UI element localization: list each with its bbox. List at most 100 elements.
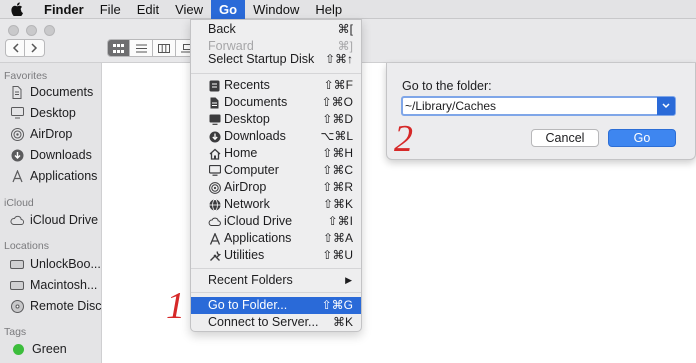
submenu-arrow-icon: ▶ <box>345 275 352 285</box>
menu-item-shortcut: ⇧⌘G <box>321 298 353 312</box>
path-history-dropdown-button[interactable] <box>657 97 675 115</box>
sidebar-item-unlockboo[interactable]: UnlockBoo... <box>10 257 101 271</box>
tags-header: Tags <box>4 326 27 338</box>
menu-item-shortcut: ⇧⌘↑ <box>324 52 353 66</box>
menu-item-computer[interactable]: Computer ⇧⌘C <box>191 162 361 179</box>
step-annotation-2: 2 <box>394 118 413 160</box>
menu-item-label: Recents <box>224 78 270 92</box>
menu-item-label: Desktop <box>224 112 270 126</box>
sidebar-item-label: UnlockBoo... <box>30 257 101 271</box>
menu-separator <box>191 292 361 293</box>
download-icon <box>10 148 24 162</box>
menu-item-shortcut: ⌥⌘L <box>320 129 353 143</box>
sidebar-item-macintosh[interactable]: Macintosh... <box>10 278 97 292</box>
menu-item-utilities[interactable]: Utilities ⇧⌘U <box>191 247 361 264</box>
sidebar-item-tag-green[interactable]: Green <box>10 342 67 356</box>
dialog-title: Go to the folder: <box>402 79 492 93</box>
apple-logo-icon[interactable] <box>0 2 34 16</box>
menu-item-shortcut: ⇧⌘H <box>322 146 353 160</box>
menu-item-shortcut: ⇧⌘A <box>322 231 353 245</box>
menu-item-label: Home <box>224 146 258 160</box>
back-button[interactable] <box>5 39 25 57</box>
menu-help[interactable]: Help <box>307 0 350 19</box>
menu-edit[interactable]: Edit <box>129 0 167 19</box>
sidebar-item-desktop[interactable]: Desktop <box>10 106 76 120</box>
menu-item-applications[interactable]: Applications ⇧⌘A <box>191 230 361 247</box>
sidebar-item-applications[interactable]: Applications <box>10 169 97 183</box>
chevron-left-icon <box>12 43 19 53</box>
cloud-icon <box>10 213 24 227</box>
menu-bar: Finder File Edit View Go Window Help <box>0 0 696 19</box>
drive-icon <box>10 257 24 271</box>
menu-finder[interactable]: Finder <box>36 0 92 19</box>
sidebar-item-downloads[interactable]: Downloads <box>10 148 92 162</box>
menu-item-recents[interactable]: Recents ⇧⌘F <box>191 77 361 94</box>
sidebar-item-label: Documents <box>30 85 94 99</box>
menu-item-airdrop[interactable]: AirDrop ⇧⌘R <box>191 179 361 196</box>
desktop-icon <box>208 113 221 126</box>
desktop-icon <box>10 106 24 120</box>
folder-path-input[interactable] <box>405 98 650 114</box>
menu-item-label: Applications <box>224 231 292 245</box>
menu-item-back[interactable]: Back ⌘[ <box>191 21 361 38</box>
zoom-window-button[interactable] <box>44 25 55 36</box>
favorites-header: Favorites <box>4 70 48 82</box>
sidebar-item-documents[interactable]: Documents <box>10 85 93 99</box>
recents-icon <box>208 79 221 92</box>
menu-item-downloads[interactable]: Downloads ⌥⌘L <box>191 128 361 145</box>
menu-item-shortcut: ⇧⌘D <box>322 112 353 126</box>
menu-go[interactable]: Go <box>211 0 246 19</box>
menu-file[interactable]: File <box>92 0 129 19</box>
airdrop-icon <box>10 127 24 141</box>
menu-item-label: Connect to Server... <box>208 315 319 329</box>
menu-item-recent-folders[interactable]: Recent Folders ▶ <box>191 272 361 289</box>
sidebar-item-remote-disc[interactable]: Remote Disc <box>10 299 102 313</box>
menu-item-label: Computer <box>224 163 279 177</box>
chevron-right-icon <box>31 43 38 53</box>
list-view-button[interactable] <box>130 39 153 57</box>
menu-item-select-startup-disk[interactable]: Select Startup Disk ⇧⌘↑ <box>191 51 361 68</box>
menu-item-label: Network <box>224 197 270 211</box>
sidebar-item-airdrop[interactable]: AirDrop <box>10 127 72 141</box>
menu-item-label: AirDrop <box>224 180 267 194</box>
menu-separator <box>191 268 361 269</box>
menu-item-connect-to-server[interactable]: Connect to Server... ⌘K <box>191 314 361 331</box>
sidebar-item-label: iCloud Drive <box>30 213 99 227</box>
menu-item-network[interactable]: Network ⇧⌘K <box>191 196 361 213</box>
step-annotation-1: 1 <box>166 285 185 327</box>
sidebar-item-label: Remote Disc <box>30 299 102 313</box>
menu-item-shortcut: ⇧⌘K <box>322 197 353 211</box>
menu-item-shortcut: ⇧⌘O <box>321 95 353 109</box>
menu-view[interactable]: View <box>167 0 211 19</box>
documents-icon <box>208 96 221 109</box>
icon-view-button[interactable] <box>107 39 130 57</box>
menu-window[interactable]: Window <box>245 0 307 19</box>
view-mode-buttons <box>107 39 199 57</box>
sidebar-item-label: Desktop <box>30 106 76 120</box>
go-button[interactable]: Go <box>608 129 676 147</box>
menu-item-go-to-folder[interactable]: Go to Folder... ⇧⌘G <box>191 297 361 314</box>
disc-icon <box>10 299 24 313</box>
cancel-button[interactable]: Cancel <box>531 129 599 147</box>
computer-icon <box>208 164 221 177</box>
menu-item-home[interactable]: Home ⇧⌘H <box>191 145 361 162</box>
menu-item-label: Back <box>208 22 236 36</box>
column-view-button[interactable] <box>153 39 176 57</box>
chevron-down-icon <box>662 103 670 109</box>
menu-item-icloud-drive[interactable]: iCloud Drive ⇧⌘I <box>191 213 361 230</box>
locations-header: Locations <box>4 240 49 252</box>
green-tag-dot-icon <box>13 343 24 355</box>
close-window-button[interactable] <box>8 25 19 36</box>
menu-separator <box>191 73 361 74</box>
icloud-header: iCloud <box>4 197 34 209</box>
menu-item-desktop[interactable]: Desktop ⇧⌘D <box>191 111 361 128</box>
menu-item-shortcut: ⇧⌘C <box>322 163 353 177</box>
menu-item-documents[interactable]: Documents ⇧⌘O <box>191 94 361 111</box>
menu-item-shortcut: ⇧⌘R <box>322 180 353 194</box>
menu-item-label: Utilities <box>224 248 265 262</box>
home-icon <box>208 147 221 160</box>
forward-button[interactable] <box>25 39 45 57</box>
menu-item-label: Recent Folders <box>208 273 293 287</box>
sidebar-item-icloud-drive[interactable]: iCloud Drive <box>10 213 98 227</box>
minimize-window-button[interactable] <box>26 25 37 36</box>
